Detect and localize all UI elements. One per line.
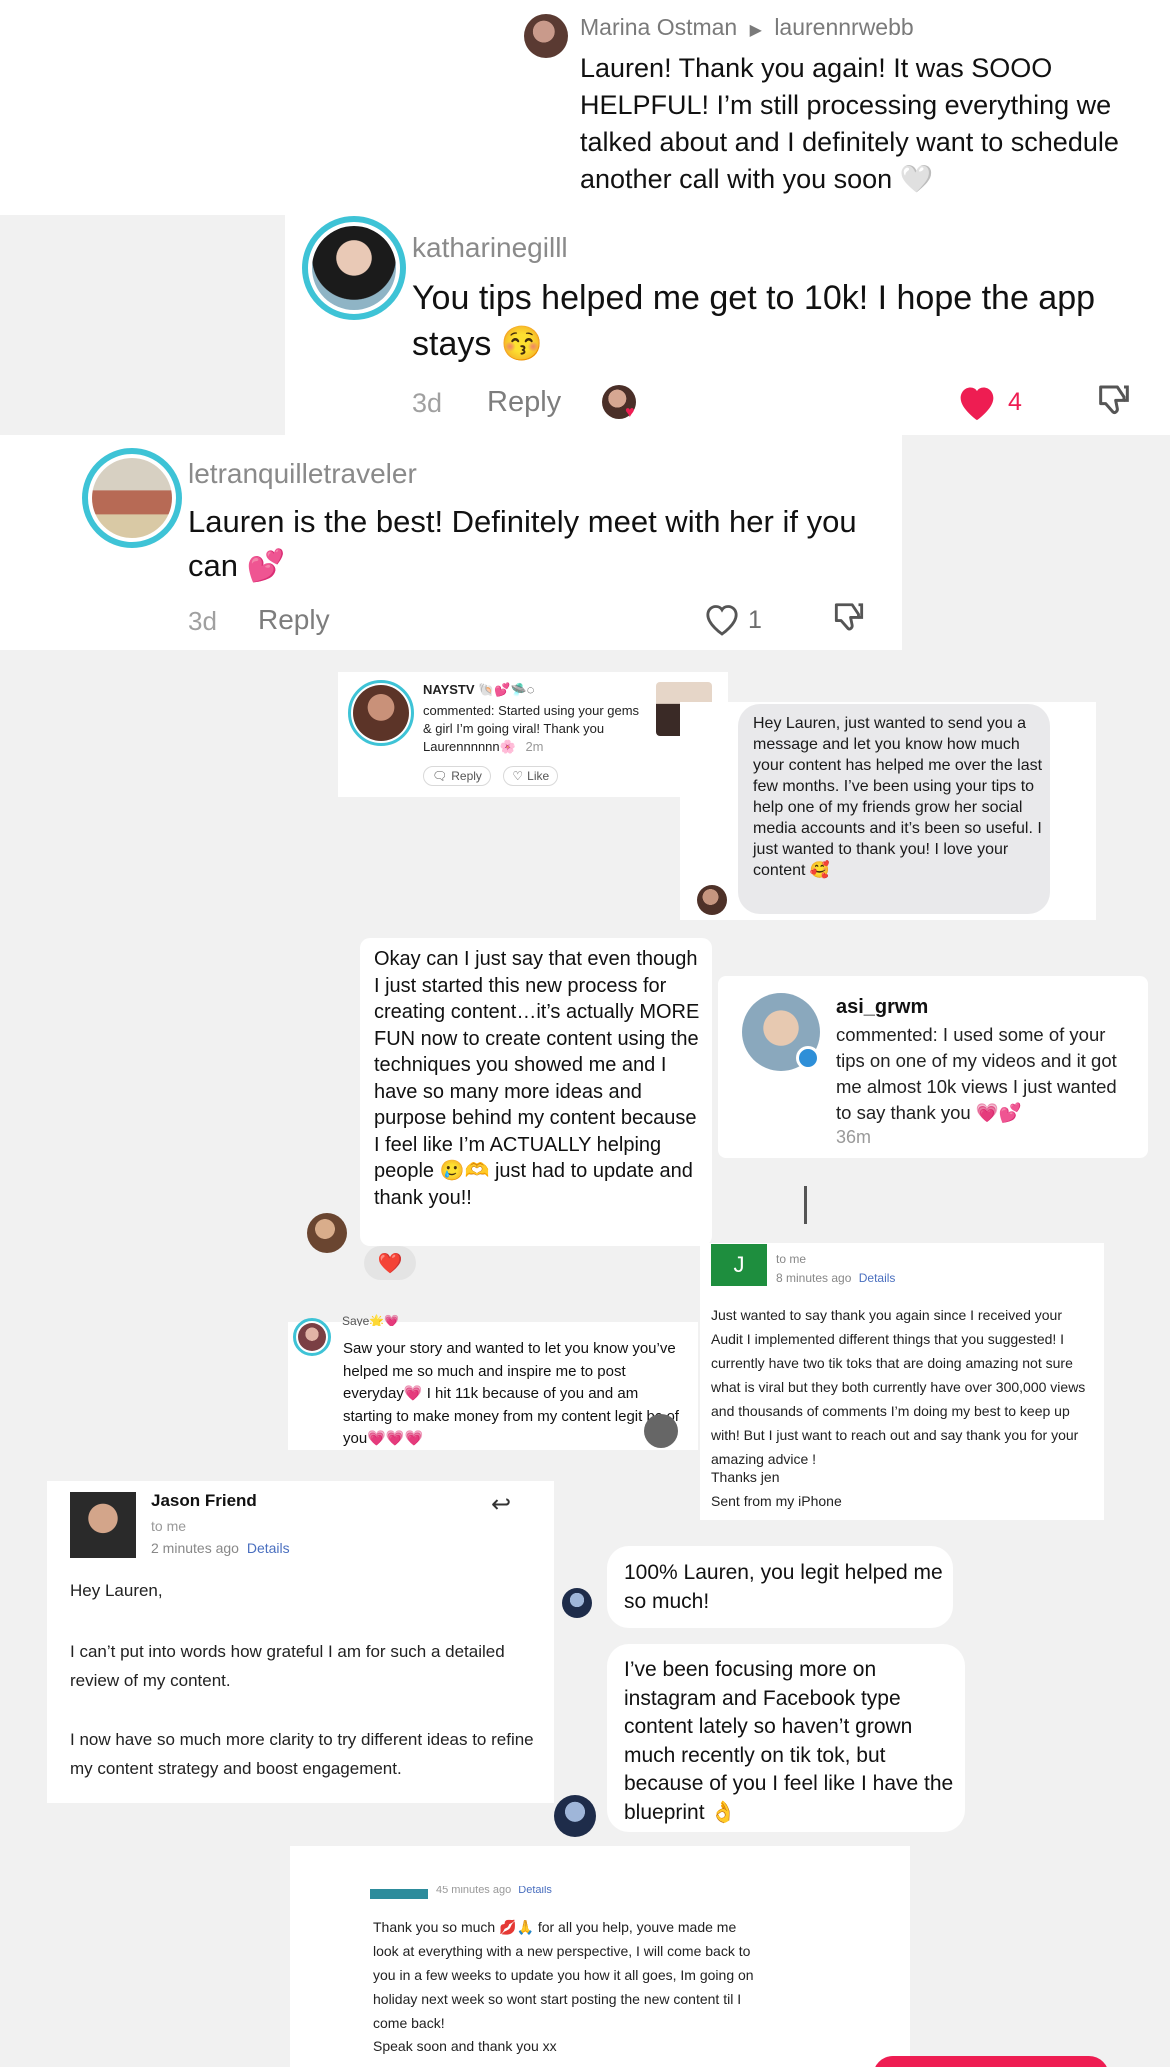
comment-time: 3d: [412, 388, 443, 418]
reply-label: Reply: [451, 769, 482, 783]
creator-heart-icon: ♥: [625, 404, 635, 421]
notification-text: commented: Started using your gems & gir…: [423, 702, 648, 756]
avatar[interactable]: [302, 216, 406, 320]
notification-actions: 🗨 Reply ♡ Like: [423, 766, 566, 786]
reaction-pill[interactable]: ❤️: [364, 1246, 416, 1280]
heart-outline-icon: ♡: [512, 769, 524, 783]
details-link[interactable]: Details: [247, 1540, 290, 1556]
saye-username[interactable]: Saye🌟💗: [342, 1314, 399, 1326]
chat-text-1: 100% Lauren, you legit helped me so much…: [624, 1561, 943, 1613]
marina-message: Lauren! Thank you again! It was SOOO HEL…: [580, 53, 1119, 194]
marina-header: Marina Ostman ▶ laurennrwebb: [580, 14, 914, 41]
sender-avatar: [370, 1889, 428, 1899]
sender-name[interactable]: Marina Ostman: [580, 14, 737, 40]
comment-icon: 🗨: [432, 769, 448, 783]
avatar[interactable]: [524, 14, 568, 58]
reply-button[interactable]: Reply: [258, 604, 330, 636]
email-body: Thank you so much 💋🙏 for all you help, y…: [373, 1919, 754, 2031]
like-button[interactable]: [702, 600, 742, 638]
like-count: 1: [748, 606, 762, 634]
reply-button[interactable]: Reply: [487, 386, 561, 419]
email-greeting: Hey Lauren,: [70, 1581, 163, 1600]
notification-username[interactable]: asi_grwm: [836, 996, 928, 1019]
avatar[interactable]: [697, 885, 727, 915]
notification-time: 2m: [525, 739, 544, 754]
like-count: 4: [1008, 388, 1022, 416]
notification-body: commented: I used some of your tips on o…: [836, 1024, 1117, 1123]
commenter-username[interactable]: katharinegilll: [412, 232, 568, 264]
avatar[interactable]: [293, 1318, 331, 1356]
email-body: Just wanted to say thank you again since…: [711, 1307, 1086, 1467]
details-link[interactable]: Details: [518, 1886, 552, 1896]
avatar[interactable]: [562, 1588, 592, 1618]
divider: [804, 1186, 807, 1224]
email-time: 45 minutes ago: [436, 1886, 512, 1896]
like-chip[interactable]: ♡ Like: [503, 766, 559, 786]
email-meta: 8 minutes ago Details: [776, 1271, 895, 1285]
avatar[interactable]: [82, 448, 182, 548]
comment-text: Lauren is the best! Definitely meet with…: [188, 504, 857, 583]
avatar[interactable]: [554, 1795, 596, 1837]
email-paragraph-2: I now have so much more clarity to try d…: [70, 1730, 534, 1778]
dislike-button[interactable]: [1094, 382, 1134, 422]
heart-reaction-icon: ❤️: [377, 1251, 403, 1275]
like-label: Like: [527, 769, 550, 783]
send-button[interactable]: [873, 2056, 1109, 2067]
comment-text: You tips helped me get to 10k! I hope th…: [412, 279, 1096, 363]
chat-text-2: I’ve been focusing more on instagram and…: [624, 1658, 954, 1824]
verified-icon: [796, 1046, 820, 1070]
email-paragraph-1: I can’t put into words how grateful I am…: [70, 1642, 505, 1690]
email-to: to me: [151, 1518, 187, 1534]
email-meta: 2 minutes ago Details: [151, 1540, 290, 1556]
okay-text: Okay can I just say that even though I j…: [374, 948, 700, 1209]
email-signoff: Speak soon and thank you xx: [373, 2038, 557, 2054]
reply-chip[interactable]: 🗨 Reply: [423, 766, 491, 786]
heart-outline-icon: [706, 605, 738, 636]
saye-text: Saw your story and wanted to let you kno…: [343, 1340, 679, 1447]
thumbs-down-icon: [1099, 385, 1129, 415]
email-time: 2 minutes ago: [151, 1540, 239, 1556]
recipient-name[interactable]: laurennrwebb: [774, 14, 913, 40]
dm-text: Hey Lauren, just wanted to send you a me…: [753, 715, 1043, 879]
notification-time: 36m: [836, 1127, 872, 1147]
commenter-username[interactable]: letranquilletraveler: [188, 458, 417, 490]
sender-name[interactable]: Jason Friend: [151, 1491, 257, 1511]
email-sent-from: Sent from my iPhone: [711, 1493, 842, 1509]
arrow-right-icon: ▶: [749, 22, 762, 39]
avatar[interactable]: [307, 1213, 347, 1253]
sender-avatar[interactable]: J: [711, 1244, 767, 1286]
reply-arrow-icon: ↩: [491, 1491, 512, 1518]
details-link[interactable]: Details: [859, 1271, 896, 1285]
avatar-letter: J: [733, 1252, 745, 1277]
translate-icon[interactable]: [644, 1414, 678, 1448]
dislike-button[interactable]: [830, 600, 868, 638]
like-button[interactable]: [955, 382, 999, 422]
thumbs-down-icon: [834, 603, 864, 631]
email-meta: 45 minutes ago Details: [436, 1886, 552, 1897]
sender-avatar[interactable]: [70, 1492, 136, 1558]
email-to: to me: [776, 1252, 807, 1266]
email-time: 8 minutes ago: [776, 1271, 852, 1285]
comment-time: 3d: [188, 606, 217, 636]
reply-button[interactable]: ↩: [491, 1490, 511, 1519]
notification-username[interactable]: NAYSTV 🐚💕🛸◌: [423, 682, 534, 698]
heart-filled-icon: [960, 387, 994, 421]
email-signoff: Thanks jen: [711, 1469, 780, 1485]
avatar[interactable]: [348, 680, 414, 746]
